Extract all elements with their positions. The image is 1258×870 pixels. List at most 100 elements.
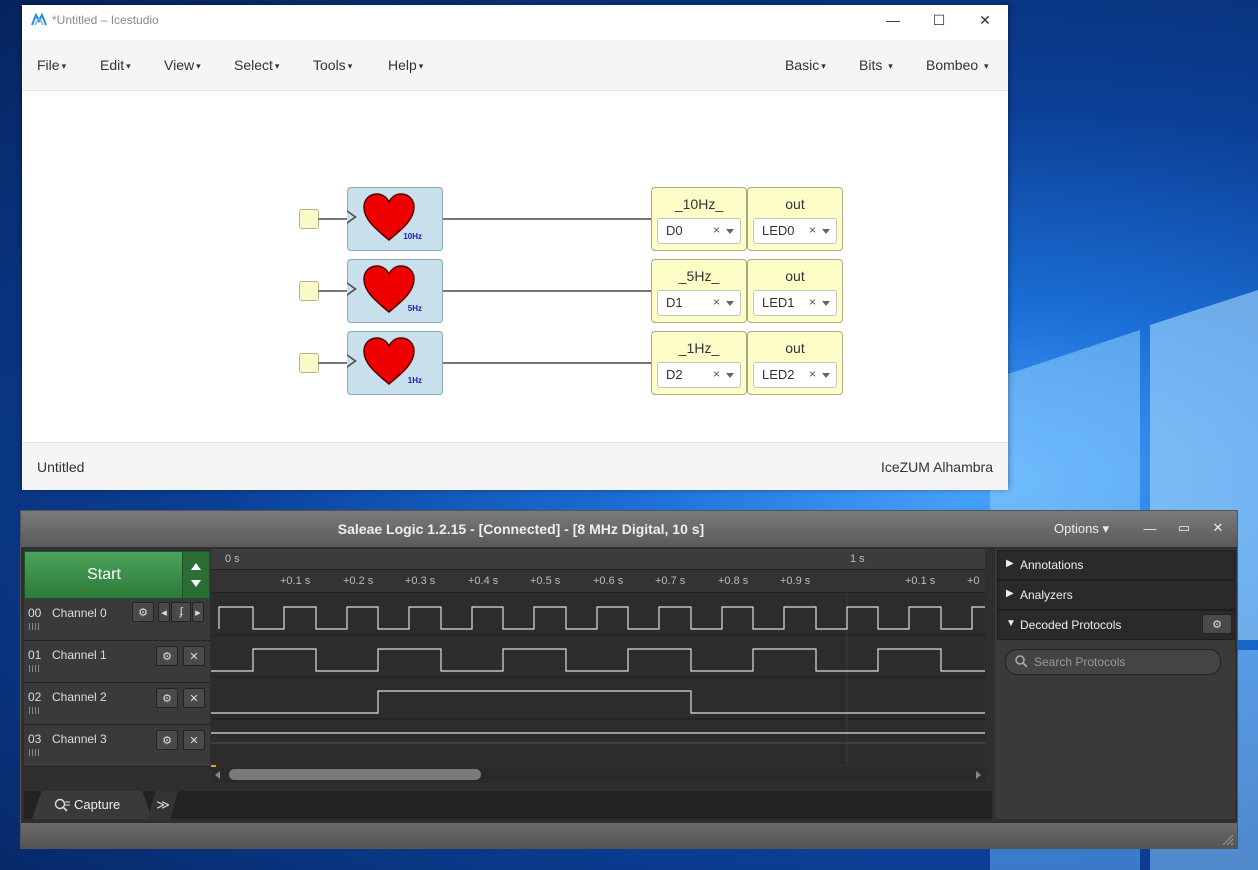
pin-select-value: D2: [666, 367, 683, 382]
clear-icon[interactable]: ×: [713, 367, 720, 381]
close-button[interactable]: ✕: [962, 5, 1008, 35]
channel-name[interactable]: Channel 0: [52, 606, 107, 620]
menu-edit[interactable]: Edit ▾: [100, 57, 131, 73]
dropdown-arrow-icon[interactable]: [726, 373, 734, 378]
timeline-tick-label: +0.8 s: [718, 575, 749, 587]
clear-icon[interactable]: ×: [809, 223, 816, 237]
drag-handle-icon[interactable]: [29, 749, 41, 756]
icestudio-window: *Untitled – Icestudio — ☐ ✕ File ▾ Edit ▾ …: [22, 5, 1008, 490]
output-pin-block-led1[interactable]: out LED1 ×: [747, 259, 843, 323]
clock-input-port[interactable]: [299, 209, 319, 229]
menu-bits[interactable]: Bits ▾: [859, 57, 893, 73]
minimize-button[interactable]: —: [870, 5, 916, 35]
annotations-panel-header[interactable]: ▶ Annotations: [997, 550, 1235, 580]
menu-bombeo[interactable]: Bombeo ▾: [926, 57, 989, 73]
channel-row-1: 01 Channel 1 ⚙ ✕: [24, 641, 210, 683]
trigger-icon[interactable]: ʄ: [171, 602, 191, 622]
pin-block-label: _5Hz_: [678, 268, 720, 284]
clock-input-port[interactable]: [299, 281, 319, 301]
gear-icon[interactable]: ⚙: [156, 688, 178, 708]
channel-name[interactable]: Channel 3: [52, 732, 107, 746]
output-pin-block-led2[interactable]: out LED2 ×: [747, 331, 843, 395]
chevron-down-icon: ▾: [196, 61, 201, 71]
maximize-button[interactable]: ▭: [1169, 513, 1199, 543]
drag-handle-icon[interactable]: [29, 665, 41, 672]
timeline-tick-label: +0.3 s: [405, 575, 436, 587]
heartbeat-block-5hz[interactable]: 5Hz: [347, 259, 443, 323]
close-icon[interactable]: ✕: [183, 688, 205, 708]
input-pin-block-1hz[interactable]: _1Hz_ D2 ×: [651, 331, 747, 395]
waveform-view[interactable]: 0 s 1 s +0.1 s +0.2 s +0.3 s +0.4 s +0.5…: [211, 549, 985, 765]
close-icon[interactable]: ✕: [183, 730, 205, 750]
wire[interactable]: [318, 362, 348, 364]
channel-row-3: 03 Channel 3 ⚙ ✕: [24, 725, 210, 767]
wire[interactable]: [318, 218, 348, 220]
clock-input-port[interactable]: [299, 353, 319, 373]
wire[interactable]: [318, 290, 348, 292]
dropdown-arrow-icon[interactable]: [822, 229, 830, 234]
close-icon[interactable]: ✕: [183, 646, 205, 666]
menu-select[interactable]: Select ▾: [234, 57, 279, 73]
next-edge-icon[interactable]: ▸: [192, 602, 204, 622]
menu-tools[interactable]: Tools ▾: [313, 57, 352, 73]
scroll-left-icon[interactable]: [215, 771, 220, 779]
prev-edge-icon[interactable]: ◂: [158, 602, 170, 622]
dropdown-arrow-icon[interactable]: [726, 301, 734, 306]
icestudio-titlebar: *Untitled – Icestudio — ☐ ✕: [22, 5, 1008, 35]
drag-handle-icon[interactable]: [29, 707, 41, 714]
menu-file[interactable]: File ▾: [37, 57, 66, 73]
channel-name[interactable]: Channel 2: [52, 690, 107, 704]
clear-icon[interactable]: ×: [809, 367, 816, 381]
gear-icon[interactable]: ⚙: [156, 646, 178, 666]
input-pin-block-10hz[interactable]: _10Hz_ D0 ×: [651, 187, 747, 251]
close-button[interactable]: ✕: [1203, 513, 1233, 543]
dropdown-arrow-icon[interactable]: [822, 301, 830, 306]
tab-capture[interactable]: Capture: [32, 791, 152, 819]
wire[interactable]: [443, 362, 651, 364]
chevron-down-icon: ▾: [418, 61, 424, 71]
waveform-traces: [211, 593, 985, 765]
options-menu[interactable]: Options ▾: [1054, 521, 1109, 537]
analyzers-panel-header[interactable]: ▶ Analyzers: [997, 580, 1235, 610]
resize-grip-icon[interactable]: [1221, 833, 1233, 845]
horizontal-scrollbar[interactable]: [211, 767, 985, 783]
more-tabs-button[interactable]: ≫: [148, 791, 178, 819]
input-pin-block-5hz[interactable]: _5Hz_ D1 ×: [651, 259, 747, 323]
clear-icon[interactable]: ×: [809, 295, 816, 309]
clear-icon[interactable]: ×: [713, 295, 720, 309]
pin-select-d2[interactable]: D2 ×: [657, 362, 741, 388]
pin-select-d1[interactable]: D1 ×: [657, 290, 741, 316]
menu-basic[interactable]: Basic ▾: [785, 57, 826, 73]
menu-view[interactable]: View ▾: [164, 57, 201, 73]
search-protocols-input[interactable]: Search Protocols: [1005, 649, 1221, 675]
dropdown-arrow-icon[interactable]: [726, 229, 734, 234]
start-options-stepper[interactable]: [182, 551, 210, 599]
scrollbar-thumb[interactable]: [229, 769, 481, 780]
output-pin-block-led0[interactable]: out LED0 ×: [747, 187, 843, 251]
dropdown-arrow-icon[interactable]: [822, 373, 830, 378]
design-canvas[interactable]: 10Hz _10Hz_ D0 × out LED0 × 5Hz _5Hz_ D1…: [22, 91, 1008, 441]
decoded-protocols-panel-header[interactable]: ▼ Decoded Protocols ⚙: [997, 610, 1235, 640]
wire[interactable]: [443, 290, 651, 292]
maximize-button[interactable]: ☐: [916, 5, 962, 35]
frequency-label: 5Hz: [407, 304, 422, 313]
pin-select-d0[interactable]: D0 ×: [657, 218, 741, 244]
gear-icon[interactable]: ⚙: [156, 730, 178, 750]
gear-icon[interactable]: ⚙: [132, 602, 154, 622]
drag-handle-icon[interactable]: [29, 623, 41, 630]
pin-select-led2[interactable]: LED2 ×: [753, 362, 837, 388]
scroll-right-icon[interactable]: [976, 771, 981, 779]
heartbeat-block-10hz[interactable]: 10Hz: [347, 187, 443, 251]
icestudio-app-icon: [31, 12, 47, 26]
start-button[interactable]: Start: [24, 551, 184, 599]
pin-select-led1[interactable]: LED1 ×: [753, 290, 837, 316]
wire[interactable]: [443, 218, 651, 220]
gear-icon[interactable]: ⚙: [1202, 614, 1232, 634]
clear-icon[interactable]: ×: [713, 223, 720, 237]
minimize-button[interactable]: —: [1135, 513, 1165, 543]
menu-help[interactable]: Help ▾: [388, 57, 423, 73]
board-name[interactable]: IceZUM Alhambra: [881, 459, 993, 475]
heartbeat-block-1hz[interactable]: 1Hz: [347, 331, 443, 395]
pin-select-led0[interactable]: LED0 ×: [753, 218, 837, 244]
channel-name[interactable]: Channel 1: [52, 648, 107, 662]
